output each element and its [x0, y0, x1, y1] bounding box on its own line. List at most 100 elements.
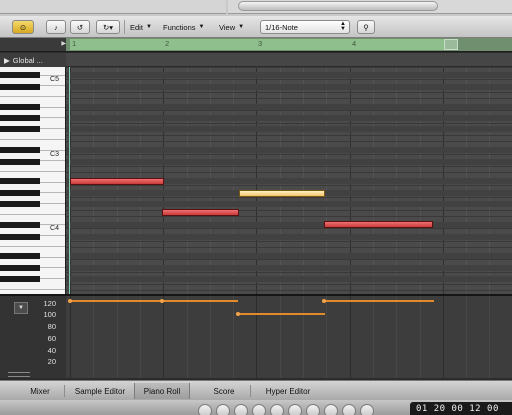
- note-4[interactable]: [324, 221, 433, 228]
- note-grid[interactable]: [66, 67, 512, 294]
- catch-button[interactable]: ↻▾: [96, 20, 120, 34]
- row-line: [66, 290, 512, 292]
- velocity-line[interactable]: [70, 300, 238, 302]
- global-tracks-lane: [66, 53, 512, 67]
- editor-tabs: Mixer Sample Editor Piano Roll Score Hyp…: [0, 380, 512, 400]
- black-key[interactable]: [0, 178, 40, 185]
- black-key-lane: [66, 71, 512, 78]
- functions-menu[interactable]: Functions ▼: [163, 20, 204, 34]
- tab-mixer[interactable]: Mixer: [20, 383, 60, 399]
- black-key[interactable]: [0, 114, 40, 121]
- velocity-line[interactable]: [324, 300, 434, 302]
- velocity-point[interactable]: [236, 312, 240, 316]
- tab-hyper-editor[interactable]: Hyper Editor: [256, 383, 320, 399]
- velocity-point[interactable]: [160, 299, 164, 303]
- chevron-down-icon: ▼: [145, 24, 152, 30]
- velocity-grid-line: [93, 296, 95, 378]
- bar-number: 2: [165, 39, 170, 48]
- velocity-grid-line: [163, 296, 165, 378]
- black-key[interactable]: [0, 189, 40, 196]
- row-line: [66, 228, 512, 230]
- row-line: [66, 215, 512, 217]
- tab-label: Sample Editor: [74, 386, 126, 396]
- rewind-button[interactable]: [198, 404, 212, 415]
- tab-label: Hyper Editor: [265, 386, 311, 396]
- solo-button[interactable]: [342, 404, 356, 415]
- row-line: [66, 110, 512, 112]
- tab-score[interactable]: Score: [204, 383, 244, 399]
- functions-menu-label: Functions: [163, 22, 196, 32]
- record-button[interactable]: [288, 404, 302, 415]
- velocity-grid-line: [326, 296, 328, 378]
- row-line: [66, 172, 512, 174]
- edit-menu[interactable]: Edit ▼: [130, 20, 152, 34]
- black-key[interactable]: [0, 158, 40, 165]
- note-3[interactable]: [239, 190, 325, 197]
- black-key[interactable]: [0, 253, 40, 260]
- velocity-scale: ▼ 120 100 80 60 40 20: [0, 294, 66, 378]
- black-key[interactable]: [0, 71, 40, 78]
- black-key[interactable]: [0, 264, 40, 271]
- row-line: [66, 271, 512, 273]
- cycle-region[interactable]: [70, 39, 456, 50]
- black-key-lane: [66, 233, 512, 240]
- midi-out-button[interactable]: ↺: [70, 20, 90, 34]
- note-1[interactable]: [70, 178, 164, 185]
- search-icon: ⚲: [363, 22, 369, 32]
- search-button[interactable]: ⚲: [357, 20, 375, 34]
- velocity-grid-line: [256, 296, 258, 378]
- tab-sample-editor[interactable]: Sample Editor: [70, 383, 130, 399]
- row-line: [66, 91, 512, 93]
- velocity-grid-line: [233, 296, 235, 378]
- velocity-line[interactable]: [237, 313, 325, 315]
- velocity-scale-label: 120: [43, 299, 56, 308]
- velocity-grid-line: [186, 296, 188, 378]
- cycle-end-handle[interactable]: [444, 39, 458, 50]
- tab-piano-roll[interactable]: Piano Roll: [134, 383, 190, 399]
- black-key[interactable]: [0, 200, 40, 207]
- upper-scrollbar-thumb[interactable]: [238, 1, 438, 11]
- link-button[interactable]: ⊙: [12, 20, 34, 34]
- lane-toggle-button[interactable]: ▼: [14, 302, 28, 314]
- black-key[interactable]: [0, 275, 40, 282]
- black-key-lane: [66, 114, 512, 121]
- forward-button[interactable]: [216, 404, 230, 415]
- black-key[interactable]: [0, 83, 40, 90]
- metronome-button[interactable]: [360, 404, 374, 415]
- row-line: [66, 79, 512, 81]
- octave-label: C5: [50, 76, 59, 83]
- velocity-point[interactable]: [68, 299, 72, 303]
- velocity-scale-label: 60: [47, 334, 56, 343]
- view-menu[interactable]: View ▼: [219, 20, 244, 34]
- piano-keyboard[interactable]: C5 C3 C4: [0, 67, 66, 294]
- play-button[interactable]: [252, 404, 266, 415]
- upper-scrollbar[interactable]: [228, 0, 512, 14]
- bar-ruler[interactable]: 1 2 3 4: [66, 38, 512, 52]
- midi-in-button[interactable]: ♪: [46, 20, 66, 34]
- black-key[interactable]: [0, 103, 40, 110]
- black-key[interactable]: [0, 221, 40, 228]
- black-key[interactable]: [0, 233, 40, 240]
- stop-button[interactable]: [234, 404, 248, 415]
- velocity-lane[interactable]: [66, 294, 512, 378]
- row-line: [66, 166, 512, 168]
- black-key[interactable]: [0, 146, 40, 153]
- row-line: [66, 240, 512, 242]
- velocity-grid-line: [116, 296, 118, 378]
- quantize-select[interactable]: 1/16-Note ▲ ▼: [260, 20, 350, 34]
- resize-grip-icon[interactable]: [8, 372, 30, 377]
- midi-in-icon: ♪: [54, 22, 58, 32]
- edit-menu-label: Edit: [130, 22, 143, 32]
- global-tracks-toggle[interactable]: ▶ Global ...: [0, 53, 66, 67]
- tuner-button[interactable]: [324, 404, 338, 415]
- cycle-button[interactable]: [306, 404, 320, 415]
- velocity-scale-label: 100: [43, 310, 56, 319]
- velocity-point[interactable]: [322, 299, 326, 303]
- pause-button[interactable]: [270, 404, 284, 415]
- piano-roll-toolbar: ⊙ ♪ ↺ ↻▾ Edit ▼ Functions ▼ View ▼ 1/16-…: [0, 16, 512, 38]
- stepper-icon: ▲ ▼: [340, 21, 346, 32]
- row-line: [66, 259, 512, 261]
- black-key-lane: [66, 253, 512, 260]
- black-key[interactable]: [0, 125, 40, 132]
- note-2[interactable]: [162, 209, 239, 216]
